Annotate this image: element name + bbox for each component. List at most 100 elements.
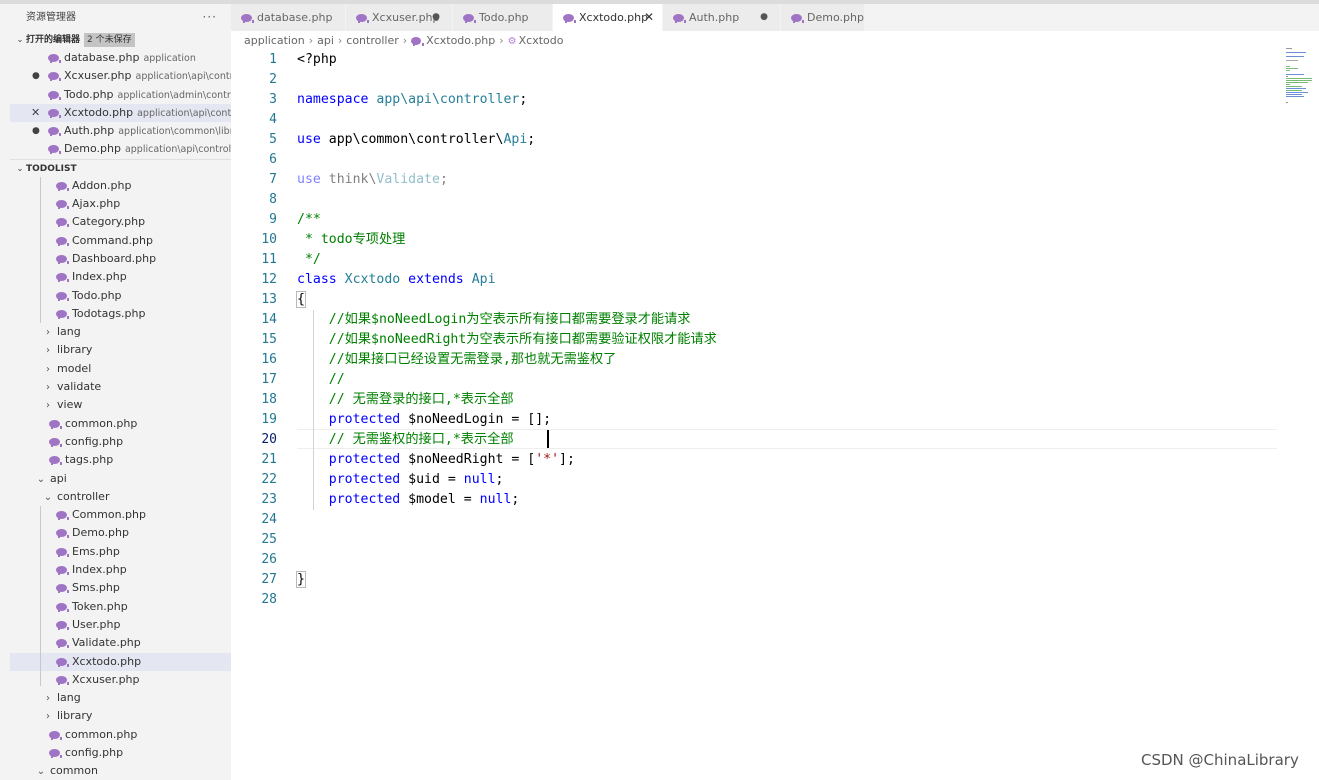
close-icon[interactable]: ✕ <box>644 4 654 31</box>
open-editor-item[interactable]: Demo.phpapplication\api\controller <box>10 140 231 158</box>
chevron-down-icon: ⌄ <box>43 491 53 503</box>
php-file-icon <box>56 675 69 685</box>
open-editor-path: application\api\control... <box>135 71 231 83</box>
php-file-icon <box>463 14 476 23</box>
code-line[interactable]: { <box>296 290 306 310</box>
code-line[interactable]: /** <box>297 210 321 230</box>
php-file-icon <box>56 584 69 594</box>
code-line[interactable]: // <box>297 370 345 390</box>
tree-file-item[interactable]: Index.php <box>10 561 231 579</box>
code-editor[interactable]: 1 <?php 2 3 namespace app\api\controller; 4 5 u… <box>231 51 1291 780</box>
text-cursor <box>547 430 549 448</box>
breadcrumb-part[interactable]: controller <box>346 34 398 47</box>
open-editor-item[interactable]: Todo.phpapplication\admin\contro... <box>10 86 231 104</box>
tree-file-item[interactable]: Demo.php <box>10 524 231 542</box>
code-token: null <box>463 472 496 487</box>
code-line[interactable]: } <box>296 570 306 590</box>
tab-xcxtodo[interactable]: Xcxtodo.php ✕ <box>553 4 663 31</box>
tree-file-item[interactable]: Sms.php <box>10 579 231 597</box>
code-line[interactable]: protected $uid = null; <box>297 470 504 490</box>
code-line[interactable]: //如果接口已经设置无需登录,那也就无需鉴权了 <box>297 350 617 370</box>
code-line[interactable]: // 无需登录的接口,*表示全部 <box>297 390 514 410</box>
tree-file-item[interactable]: Token.php <box>10 598 231 616</box>
php-file-icon <box>48 145 61 155</box>
tree-item-label: User.php <box>72 617 121 631</box>
code-token: $noNeedRight <box>408 452 504 467</box>
tree-indent-guide <box>40 505 41 686</box>
breadcrumb-part[interactable]: application <box>244 34 305 47</box>
minimap[interactable] <box>1284 48 1314 108</box>
code-line[interactable]: protected $noNeedRight = ['*']; <box>297 450 575 470</box>
close-icon[interactable]: ✕ <box>31 104 40 122</box>
code-line[interactable]: use app\common\controller\Api; <box>297 130 535 150</box>
tree-folder-item[interactable]: › lang <box>10 689 231 707</box>
tree-folder-item[interactable]: › view <box>10 396 231 414</box>
php-file-icon <box>48 72 61 82</box>
code-line[interactable]: * todo专项处理 <box>297 230 405 250</box>
tree-file-item[interactable]: Ajax.php <box>10 195 231 213</box>
code-line[interactable]: protected $model = null; <box>297 490 520 510</box>
unsaved-dot-icon[interactable]: ● <box>760 4 768 31</box>
tree-item-label: config.php <box>65 745 124 759</box>
open-editors-header[interactable]: ⌄ 打开的编辑器 2 个未保存 <box>10 31 231 49</box>
tree-file-item[interactable]: Category.php <box>10 213 231 231</box>
open-editor-item[interactable]: ✕ Xcxtodo.phpapplication\api\contr... <box>10 103 231 123</box>
open-editor-item[interactable]: ● Xcxuser.phpapplication\api\control... <box>10 67 231 85</box>
tree-folder-item[interactable]: › model <box>10 360 231 378</box>
code-line[interactable]: <?php <box>297 50 337 70</box>
tab-xcxuser[interactable]: Xcxuser.php ● <box>346 4 453 31</box>
tree-file-item[interactable]: config.php <box>10 744 231 762</box>
code-token: // 无需鉴权的接口,*表示全部 <box>297 432 514 447</box>
tab-todo[interactable]: Todo.php <box>453 4 553 31</box>
tree-file-item[interactable]: Validate.php <box>10 634 231 652</box>
tree-file-item[interactable]: User.php <box>10 616 231 634</box>
tree-folder-item[interactable]: › library <box>10 341 231 359</box>
tree-file-item[interactable]: Xcxtodo.php <box>10 652 231 671</box>
code-line[interactable]: */ <box>297 250 321 270</box>
code-line[interactable]: namespace app\api\controller; <box>297 90 527 110</box>
tree-folder-item[interactable]: › validate <box>10 378 231 396</box>
more-actions-icon[interactable]: ··· <box>203 4 217 31</box>
tree-file-item[interactable]: config.php <box>10 433 231 451</box>
tree-folder-item[interactable]: ⌄ common <box>10 762 231 780</box>
code-line[interactable]: class Xcxtodo extends Api <box>297 270 496 290</box>
code-token: app\common\controller\ <box>328 132 504 147</box>
tree-item-label: Index.php <box>72 563 127 577</box>
tree-file-item[interactable]: common.php <box>10 415 231 433</box>
tab-database[interactable]: database.php <box>231 4 346 31</box>
tree-file-item[interactable]: Common.php <box>10 506 231 524</box>
tree-file-item[interactable]: Xcxuser.php <box>10 671 231 689</box>
tree-file-item[interactable]: Index.php <box>10 268 231 286</box>
code-line[interactable]: //如果$noNeedRight为空表示所有接口都需要验证权限才能请求 <box>297 330 717 350</box>
tree-file-item[interactable]: Todotags.php <box>10 305 231 323</box>
tree-folder-item[interactable]: › lang <box>10 323 231 341</box>
tree-file-item[interactable]: Dashboard.php <box>10 250 231 268</box>
line-number: 22 <box>261 472 277 487</box>
minimap-line <box>1286 78 1312 79</box>
tab-auth[interactable]: Auth.php ● <box>663 4 781 31</box>
tree-file-item[interactable]: common.php <box>10 726 231 744</box>
breadcrumb-part[interactable]: Xcxtodo <box>519 34 564 47</box>
tree-folder-item[interactable]: › library <box>10 707 231 725</box>
code-line[interactable]: use think\Validate; <box>297 170 448 190</box>
open-editor-item[interactable]: ● Auth.php application\common\libr... <box>10 122 231 140</box>
tree-file-item[interactable]: Addon.php <box>10 177 231 195</box>
breadcrumb-part[interactable]: api <box>317 34 334 47</box>
breadcrumb-part[interactable]: Xcxtodo.php <box>426 34 495 47</box>
unsaved-dot-icon[interactable]: ● <box>432 4 440 31</box>
workspace-header[interactable]: ⌄ TODOLIST <box>10 158 231 177</box>
code-line[interactable]: //如果$noNeedLogin为空表示所有接口都需要登录才能请求 <box>297 310 691 330</box>
open-editor-item[interactable]: database.php application <box>10 49 231 67</box>
code-token: Validate <box>376 172 440 187</box>
tree-folder-item[interactable]: ⌄ api <box>10 470 231 488</box>
tree-file-item[interactable]: Ems.php <box>10 543 231 561</box>
code-token: ]; <box>559 452 575 467</box>
editor-tab-bar: database.php Xcxuser.php ● Todo.php Xcxtodo.… <box>231 4 1319 31</box>
tab-demo[interactable]: Demo.php <box>781 4 865 31</box>
tree-file-item[interactable]: Todo.php <box>10 287 231 305</box>
tree-file-item[interactable]: tags.php <box>10 451 231 469</box>
tree-folder-item[interactable]: ⌄ controller <box>10 488 231 506</box>
tree-file-item[interactable]: Command.php <box>10 232 231 250</box>
code-line[interactable]: protected $noNeedLogin = []; <box>297 410 551 430</box>
code-line[interactable]: // 无需鉴权的接口,*表示全部 <box>297 430 514 450</box>
